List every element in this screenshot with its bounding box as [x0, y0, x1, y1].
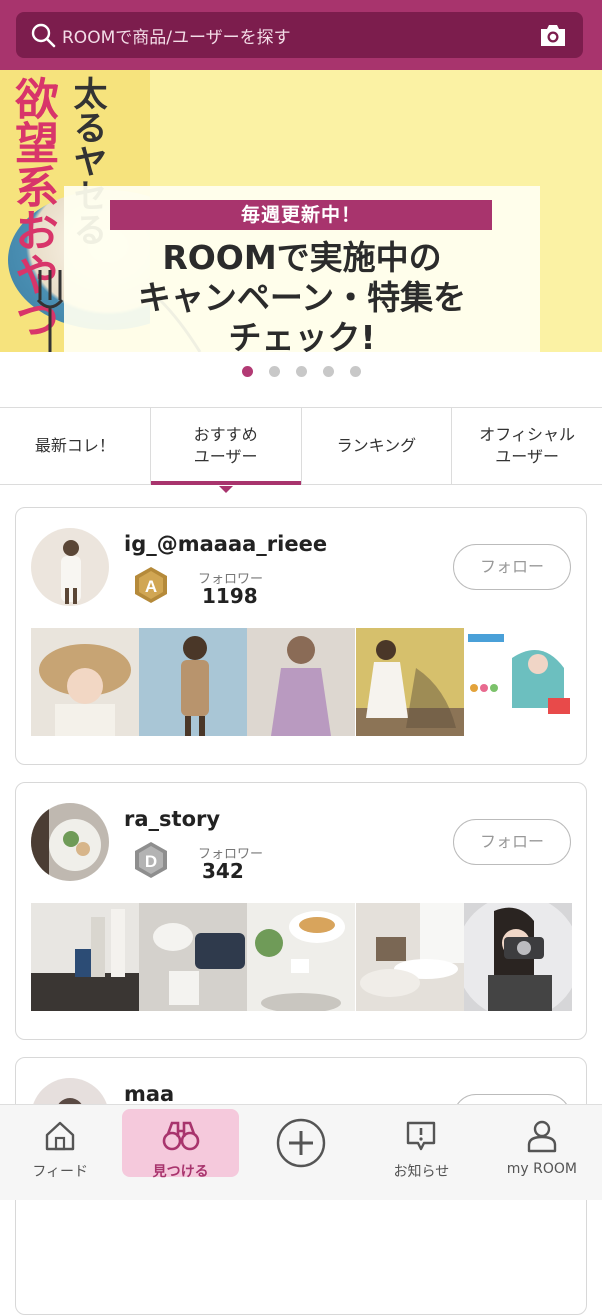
- follower-count: 342: [202, 859, 244, 883]
- app-header: ROOMで商品/ユーザーを探す: [0, 0, 602, 70]
- promo-line-3: チェック!: [228, 318, 376, 352]
- follow-button[interactable]: フォロー: [453, 819, 571, 865]
- carousel-dot[interactable]: [295, 366, 307, 377]
- item-thumbnail[interactable]: [355, 903, 464, 1011]
- carousel-dot[interactable]: [322, 366, 334, 377]
- camera-icon[interactable]: [539, 22, 567, 48]
- tab-recommended-users[interactable]: おすすめ ユーザー: [150, 408, 302, 493]
- promo-box: 毎週更新中！ ROOMで実施中の キャンペーン・特集を チェック!: [64, 186, 540, 352]
- user-card[interactable]: ra_story D フォロワー 342 フォロー: [15, 782, 587, 1040]
- nav-label: フィード: [32, 1164, 89, 1180]
- item-thumbnails: [31, 903, 573, 1011]
- tab-ranking[interactable]: ランキング: [302, 408, 453, 484]
- carousel-dot[interactable]: [241, 366, 253, 377]
- username[interactable]: ig_@maaaa_rieee: [124, 532, 327, 556]
- item-thumbnail[interactable]: [355, 628, 464, 736]
- rank-letter: D: [145, 852, 157, 871]
- nav-label: お知らせ: [393, 1164, 450, 1180]
- nav-add[interactable]: [241, 1105, 361, 1200]
- promo-line-2: キャンペーン・特集を: [137, 278, 467, 317]
- item-thumbnail[interactable]: [31, 628, 139, 736]
- search-icon: [31, 23, 56, 48]
- item-thumbnail[interactable]: [31, 903, 139, 1011]
- item-thumbnail[interactable]: [463, 903, 573, 1011]
- carousel-indicator: [0, 366, 602, 377]
- nav-notifications[interactable]: お知らせ: [361, 1105, 481, 1200]
- item-thumbnails: [31, 628, 572, 736]
- promo-line-1: ROOMで実施中の: [162, 238, 442, 277]
- carousel-dot[interactable]: [268, 366, 280, 377]
- nav-my-room[interactable]: my ROOM: [482, 1105, 602, 1200]
- follower-count: 1198: [202, 584, 258, 608]
- username[interactable]: maa: [124, 1082, 174, 1106]
- avatar[interactable]: [31, 528, 109, 606]
- nav-discover[interactable]: 見つける: [120, 1105, 240, 1200]
- user-card[interactable]: ig_@maaaa_rieee A フォロワー 1198 フォロー: [15, 507, 587, 765]
- follow-button[interactable]: フォロー: [453, 544, 571, 590]
- username[interactable]: ra_story: [124, 807, 220, 831]
- notification-icon: [407, 1121, 436, 1151]
- nav-feed[interactable]: フィード: [0, 1105, 120, 1200]
- user-icon: [527, 1120, 557, 1153]
- discover-tabs: 最新コレ！ おすすめ ユーザー ランキング オフィシャル ユーザー: [0, 407, 602, 493]
- carousel-dot[interactable]: [349, 366, 361, 377]
- rank-letter: A: [145, 577, 157, 596]
- item-thumbnail[interactable]: [139, 628, 248, 736]
- tab-official-users[interactable]: オフィシャル ユーザー: [452, 408, 602, 484]
- rank-badge-icon: A: [135, 567, 167, 603]
- plus-circle-icon: [276, 1118, 326, 1168]
- tab-latest[interactable]: 最新コレ！: [0, 408, 151, 484]
- nav-label: 見つける: [152, 1164, 209, 1180]
- item-thumbnail[interactable]: [139, 903, 248, 1011]
- bottom-navigation: フィード 見つける お知らせ my ROOM: [0, 1104, 602, 1200]
- item-thumbnail[interactable]: [463, 628, 572, 736]
- rank-badge-icon: D: [135, 842, 167, 878]
- binoculars-icon: [162, 1121, 199, 1151]
- home-icon: [46, 1121, 75, 1151]
- search-bar[interactable]: ROOMで商品/ユーザーを探す: [16, 12, 583, 58]
- promo-tag: 毎週更新中！: [110, 200, 492, 230]
- search-placeholder: ROOMで商品/ユーザーを探す: [62, 27, 291, 48]
- avatar[interactable]: [31, 803, 109, 881]
- nav-label: my ROOM: [506, 1161, 577, 1177]
- item-thumbnail[interactable]: [247, 628, 356, 736]
- item-thumbnail[interactable]: [247, 903, 356, 1011]
- campaign-banner[interactable]: 欲望系おやつ 太るヤセる 毎週更新中！ ROOMで実施中の キャンペーン・特集を…: [0, 70, 602, 352]
